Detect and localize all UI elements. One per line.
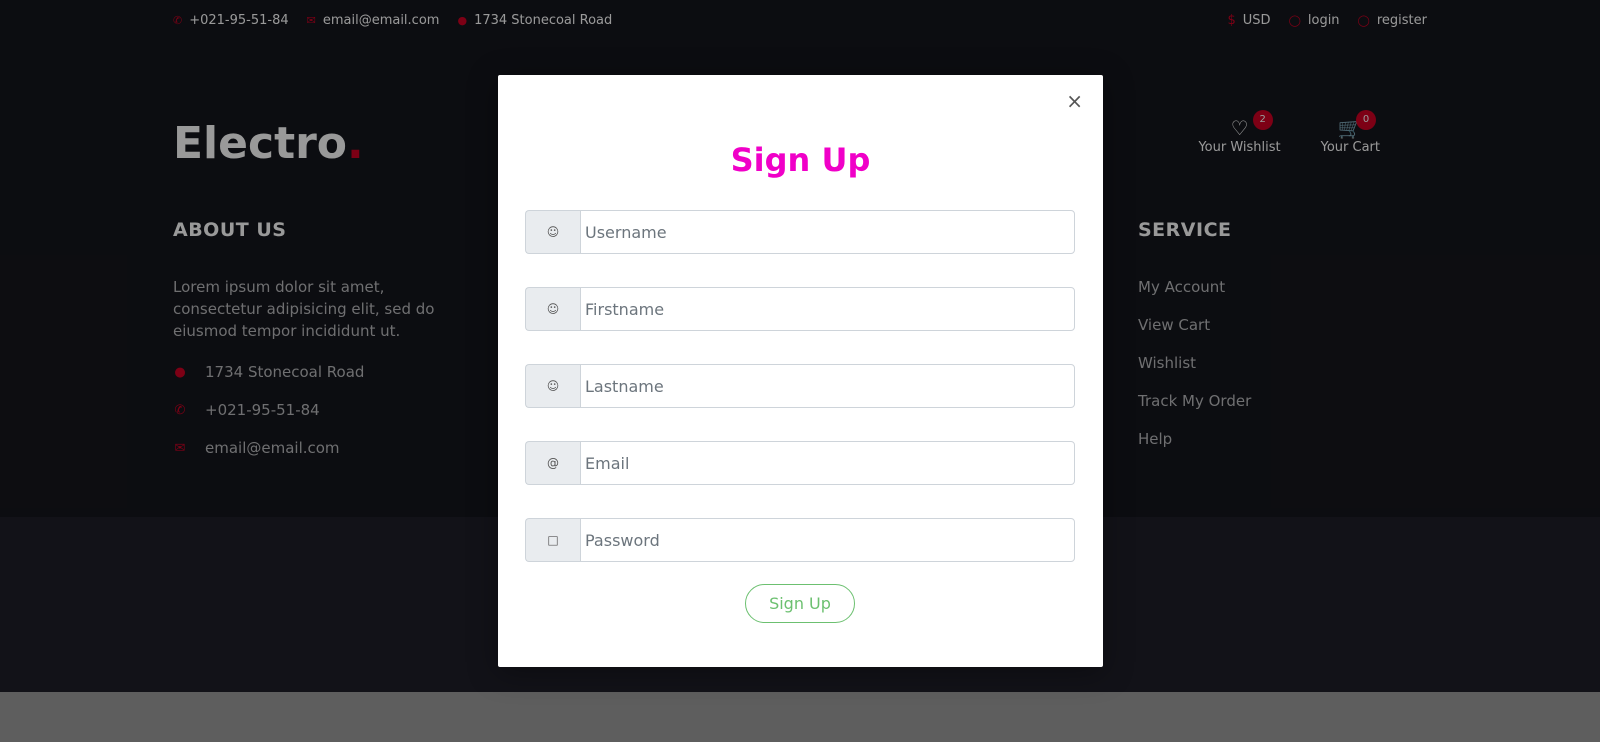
user-icon: ☺	[525, 210, 580, 254]
lock-icon: □	[525, 518, 580, 562]
firstname-input[interactable]	[580, 287, 1075, 331]
username-input[interactable]	[580, 210, 1075, 254]
lastname-field-group: ☺	[525, 364, 1075, 408]
email-field-group: @	[525, 441, 1075, 485]
signup-modal: × Sign Up ☺ ☺ ☺ @ □ Sign Up	[498, 75, 1103, 667]
lastname-input[interactable]	[580, 364, 1075, 408]
signup-button[interactable]: Sign Up	[745, 584, 855, 623]
password-input[interactable]	[580, 518, 1075, 562]
modal-title: Sign Up	[730, 141, 871, 179]
user-icon: ☺	[525, 364, 580, 408]
email-input[interactable]	[580, 441, 1075, 485]
close-icon[interactable]: ×	[1066, 91, 1083, 111]
password-field-group: □	[525, 518, 1075, 562]
at-sign-icon: @	[525, 441, 580, 485]
firstname-field-group: ☺	[525, 287, 1075, 331]
username-field-group: ☺	[525, 210, 1075, 254]
user-icon: ☺	[525, 287, 580, 331]
